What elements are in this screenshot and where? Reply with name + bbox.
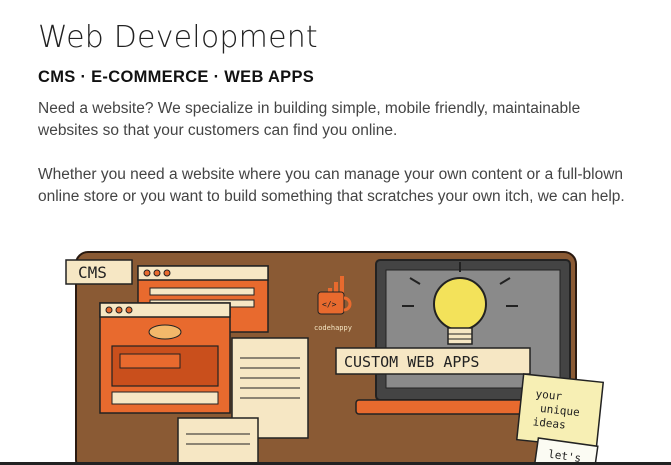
sticky-note: your unique ideas xyxy=(515,373,605,449)
section-subtitle: CMS · E-COMMERCE · WEB APPS xyxy=(38,68,315,86)
intro-paragraph: Need a website? We specialize in buildin… xyxy=(38,100,581,139)
custom-apps-label: CUSTOM WEB APPS xyxy=(344,353,479,371)
lightbulb-icon xyxy=(433,277,487,331)
section-title: Web Development xyxy=(38,20,318,55)
logo-text: codehappy xyxy=(314,324,352,332)
svg-text:</>: </> xyxy=(322,300,337,309)
cms-label: CMS xyxy=(78,263,107,282)
details-paragraph: Whether you need a website where you can… xyxy=(38,166,625,205)
web-development-illustration: CMS </> codehappy CUSTOM WEB APPS your u… xyxy=(65,251,605,465)
